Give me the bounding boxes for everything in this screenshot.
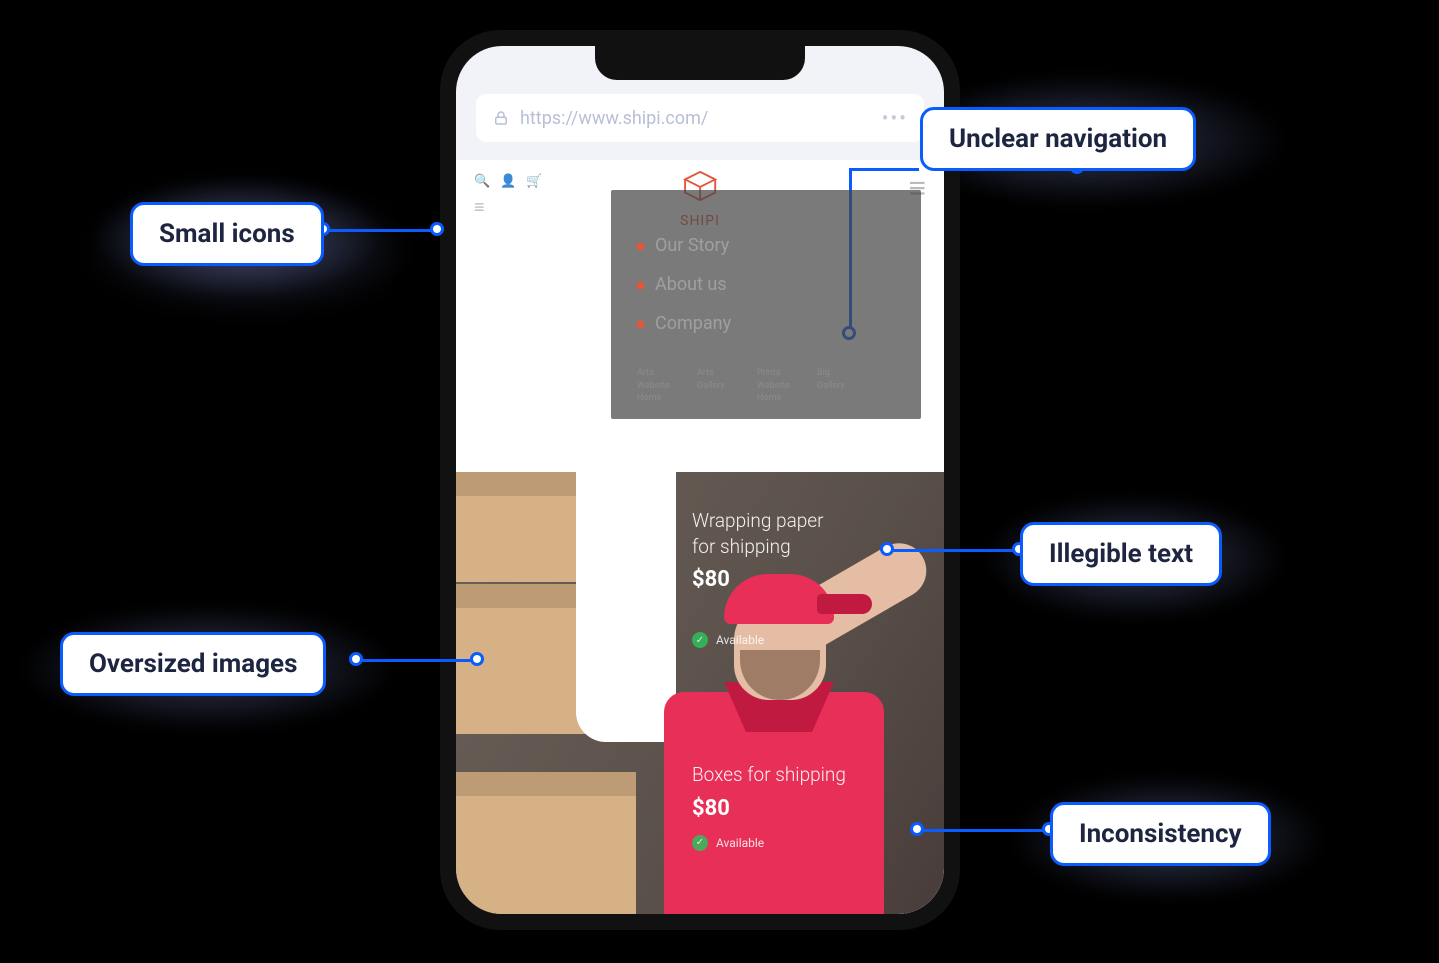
callout-small-icons: Small icons	[130, 202, 324, 266]
nav-dropdown[interactable]: Our Story About us Company Arts Website …	[611, 190, 921, 419]
product-title: Boxes for shipping	[692, 762, 846, 788]
search-icon[interactable]: 🔍	[474, 174, 490, 189]
callout-unclear-navigation: Unclear navigation	[920, 107, 1196, 171]
callout-illegible-text: Illegible text	[1020, 522, 1222, 586]
connector-line	[355, 659, 475, 662]
product-status: ✓ Available	[692, 632, 824, 648]
check-icon: ✓	[692, 632, 708, 648]
connector-dot	[910, 822, 924, 836]
phone-frame: https://www.shipi.com/ ••• 🔍 👤 🛒 ≡ ≡	[440, 30, 960, 930]
box-image	[456, 772, 636, 914]
nav-sublink[interactable]: Arts Gallery	[697, 367, 735, 405]
more-icon[interactable]: •••	[882, 106, 908, 130]
nav-item[interactable]: Company	[637, 304, 895, 343]
connector-dot	[470, 652, 484, 666]
hamburger-small-icon[interactable]: ≡	[474, 197, 543, 218]
user-icon[interactable]: 👤	[500, 174, 516, 189]
product-title: Wrapping paper for shipping	[692, 508, 824, 559]
utility-icons[interactable]: 🔍 👤 🛒	[474, 174, 543, 189]
product-status: ✓ Available	[692, 835, 846, 851]
product-price: $80	[692, 796, 846, 821]
site-content: 🔍 👤 🛒 ≡ ≡ SHIPI	[456, 160, 944, 914]
nav-sublink[interactable]: Arts Website Home	[637, 367, 675, 405]
product-price: $80	[692, 567, 824, 592]
callout-inconsistency: Inconsistency	[1050, 802, 1271, 866]
check-icon: ✓	[692, 835, 708, 851]
lock-icon	[492, 109, 510, 127]
phone-notch	[595, 46, 805, 80]
connector-dot	[430, 222, 444, 236]
cart-icon[interactable]: 🛒	[526, 174, 542, 189]
connector-line	[916, 829, 1048, 832]
nav-item[interactable]: Our Story	[637, 226, 895, 265]
nav-sublink[interactable]: Big Gallery	[817, 367, 855, 405]
nav-sublinks: Arts Website Home Arts Gallery Prints We…	[637, 355, 895, 405]
browser-address-bar[interactable]: https://www.shipi.com/ •••	[476, 94, 924, 142]
product-card[interactable]: Wrapping paper for shipping $80 ✓ Availa…	[692, 508, 824, 648]
connector-dot	[349, 652, 363, 666]
connector-line	[886, 549, 1018, 552]
connector-line	[849, 168, 919, 171]
connector-line	[322, 229, 434, 232]
nav-item[interactable]: About us	[637, 265, 895, 304]
phone-screen: https://www.shipi.com/ ••• 🔍 👤 🛒 ≡ ≡	[456, 46, 944, 914]
connector-dot	[880, 542, 894, 556]
nav-sublink[interactable]: Prints Website Home	[757, 367, 795, 405]
product-card[interactable]: Boxes for shipping $80 ✓ Available	[692, 762, 846, 851]
url-text: https://www.shipi.com/	[520, 108, 708, 129]
callout-oversized-images: Oversized images	[60, 632, 326, 696]
hero-section: Wrapping paper for shipping $80 ✓ Availa…	[456, 472, 944, 914]
